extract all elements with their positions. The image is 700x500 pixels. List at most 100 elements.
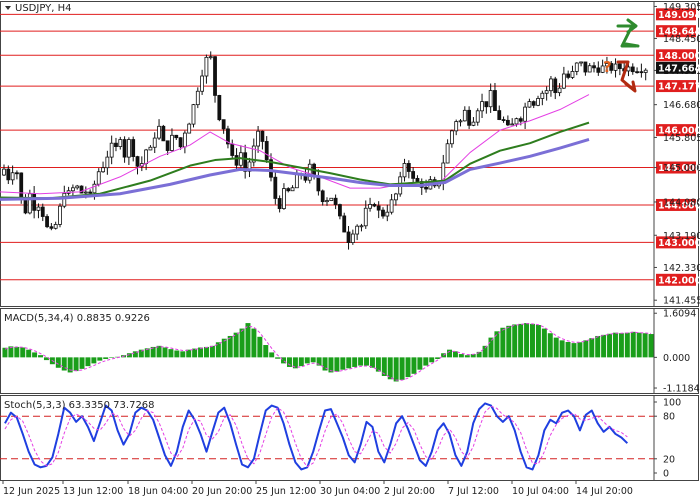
candle-body: [424, 186, 428, 190]
candle-body: [505, 119, 510, 126]
candle-body: [195, 90, 200, 106]
candle-body: [264, 141, 269, 161]
candle-body: [320, 190, 325, 203]
macd-histogram-bar: [162, 347, 168, 358]
macd-histogram-bar: [535, 325, 541, 358]
candle-body: [587, 65, 592, 73]
macd-histogram-bar: [458, 354, 464, 358]
candle-body: [131, 139, 136, 157]
macd-histogram-bar: [595, 335, 601, 358]
candle-body: [200, 75, 205, 92]
candle-body: [75, 185, 80, 189]
time-tick-label: 10 Jul 04:00: [512, 486, 569, 497]
macd-histogram-bar: [298, 357, 304, 367]
macd-histogram-bar: [636, 332, 642, 358]
candle-body: [19, 172, 24, 201]
candle-body: [282, 188, 286, 209]
candle-body: [643, 69, 648, 73]
candle-body: [359, 225, 364, 228]
candle-body: [471, 121, 476, 126]
candle-body: [372, 204, 377, 207]
candle-body: [596, 67, 601, 73]
candle-body: [333, 197, 338, 205]
macd-histogram-bar: [494, 331, 500, 358]
macd-histogram-bar: [180, 351, 186, 358]
macd-histogram-bar: [257, 336, 263, 358]
candle-body: [389, 199, 394, 213]
candle-body: [10, 172, 15, 181]
macd-histogram-bar: [429, 357, 435, 363]
candle-body: [480, 101, 484, 112]
candle-body: [135, 156, 140, 167]
macd-histogram-bar: [73, 357, 79, 372]
candle-body: [32, 193, 37, 211]
candle-body: [592, 65, 596, 69]
macd-histogram-bar: [26, 349, 32, 358]
candle-body: [45, 216, 49, 228]
price-tick-label: 146.680: [663, 100, 700, 111]
collapse-triangle-icon: [5, 6, 11, 10]
macd-histogram-bar: [630, 331, 636, 358]
candle-body: [40, 206, 45, 217]
macd-histogram-bar: [393, 357, 399, 382]
macd-histogram-bar: [464, 355, 470, 358]
candle-body: [467, 109, 472, 126]
macd-tick-label: 1.6094: [663, 309, 696, 320]
candle-body: [613, 63, 618, 71]
macd-histogram-bar: [209, 345, 215, 358]
macd-histogram-bar: [275, 357, 281, 359]
candle-body: [126, 139, 131, 158]
candle-body: [307, 163, 312, 181]
price-tick-label: 145.000: [663, 163, 700, 174]
macd-histogram-bar: [109, 357, 115, 358]
candle-body: [540, 92, 545, 99]
candle-body: [553, 78, 558, 94]
macd-histogram-bar: [32, 352, 38, 358]
candle-body: [187, 123, 192, 134]
candle-body: [23, 199, 28, 214]
stoch-title: Stoch(5,3,3) 63.3350 73.7268: [4, 400, 155, 411]
candle-body: [316, 176, 321, 192]
candle-body: [510, 123, 515, 126]
macd-histogram-bar: [20, 347, 26, 358]
candle-body: [217, 95, 222, 121]
moving-average-line: [0, 121, 590, 200]
macd-histogram-bar: [340, 357, 346, 370]
macd-histogram-bar: [518, 323, 524, 358]
time-tick-label: 14 Jul 20:00: [576, 486, 633, 497]
candle-body: [630, 66, 635, 73]
macd-tick-label: 0.000: [663, 353, 690, 364]
candle-body: [458, 120, 463, 123]
macd-histogram-bar: [79, 357, 85, 369]
price-tick-label: 149.305: [663, 2, 700, 13]
candle-body: [355, 225, 360, 235]
candle-body: [122, 139, 127, 158]
macd-histogram-bar: [553, 337, 559, 358]
level-label: 148.000: [658, 51, 700, 62]
macd-histogram-bar: [8, 346, 14, 358]
candle-body: [325, 200, 329, 203]
macd-histogram-bar: [269, 352, 275, 358]
candle-body: [523, 106, 528, 122]
macd-histogram-bar: [286, 357, 292, 367]
candle-body: [484, 101, 489, 108]
macd-histogram-bar: [2, 347, 8, 358]
candle-body: [144, 149, 149, 164]
macd-histogram-bar: [624, 332, 630, 358]
main-panel-frame: [0, 1, 699, 307]
candle-body: [49, 226, 54, 229]
candle-body: [544, 90, 549, 94]
macd-histogram-bar: [85, 357, 91, 367]
macd-histogram-bar: [512, 324, 518, 358]
macd-histogram-bar: [358, 357, 364, 366]
candle-body: [350, 233, 355, 243]
candle-body: [27, 193, 32, 214]
macd-histogram-bar: [571, 343, 577, 358]
level-label: 147.177: [658, 82, 700, 93]
macd-histogram-bar: [399, 357, 405, 380]
time-tick-label: 2 Jul 20:00: [384, 486, 435, 497]
candle-body: [273, 176, 278, 199]
macd-histogram-bar: [500, 327, 506, 358]
macd-histogram-bar: [423, 357, 429, 366]
candle-body: [518, 118, 523, 122]
